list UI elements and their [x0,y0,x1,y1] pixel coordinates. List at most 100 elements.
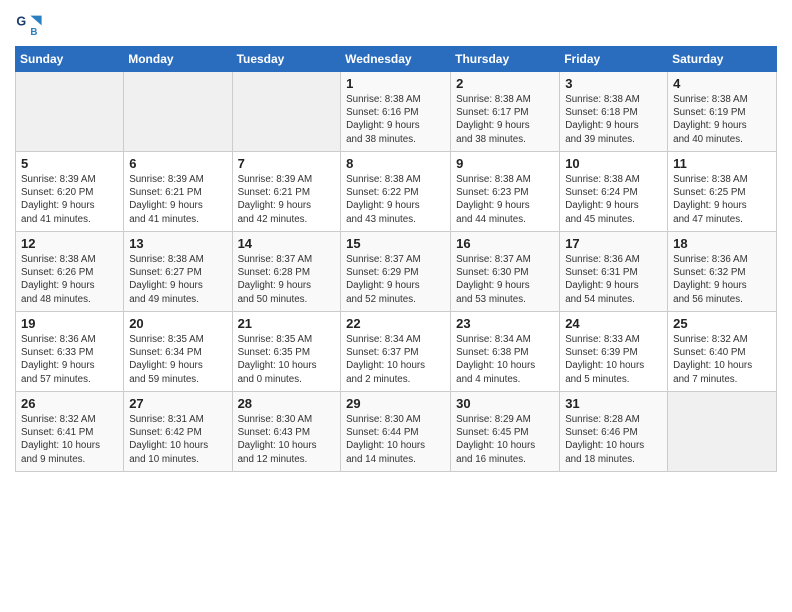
day-cell: 23Sunrise: 8:34 AM Sunset: 6:38 PM Dayli… [451,312,560,392]
week-row-2: 5Sunrise: 8:39 AM Sunset: 6:20 PM Daylig… [16,152,777,232]
day-info: Sunrise: 8:30 AM Sunset: 6:44 PM Dayligh… [346,413,445,466]
day-cell: 14 Sunrise: 8:37 AM Sunset: 6:28 PM Dayli… [232,232,341,312]
week-row-4: 19 Sunrise: 8:36 AM Sunset: 6:33 PM Dayli… [16,312,777,392]
day-cell: 9 Sunrise: 8:38 AM Sunset: 6:23 PM Daylig… [451,152,560,232]
day-cell: 11 Sunrise: 8:38 AM Sunset: 6:25 PM Dayli… [668,152,777,232]
day-number: 3 [565,76,662,91]
dow-header-friday: Friday [560,47,668,72]
day-cell: 22 Sunrise: 8:34 AM Sunset: 6:37 PM Dayli… [341,312,451,392]
day-info: Sunrise: 8:32 AM Sunset: 6:40 PM Dayligh… [673,333,771,386]
day-number: 30 [456,396,554,411]
week-row-1: 1 Sunrise: 8:38 AM Sunset: 6:16 PM Daylig… [16,72,777,152]
day-number: 9 [456,156,554,171]
dow-header-monday: Monday [124,47,232,72]
day-cell: 30 Sunrise: 8:29 AM Sunset: 6:45 PM Dayli… [451,392,560,472]
day-info: Sunrise: 8:37 AM Sunset: 6:29 PM Dayligh… [346,253,445,306]
day-cell: 24 Sunrise: 8:33 AM Sunset: 6:39 PM Dayli… [560,312,668,392]
day-number: 13 [129,236,226,251]
day-number: 28 [238,396,336,411]
day-number: 10 [565,156,662,171]
day-cell [668,392,777,472]
day-cell: 27Sunrise: 8:31 AM Sunset: 6:42 PM Dayli… [124,392,232,472]
day-cell: 15 Sunrise: 8:37 AM Sunset: 6:29 PM Dayli… [341,232,451,312]
day-info: Sunrise: 8:38 AM Sunset: 6:19 PM Dayligh… [673,93,771,146]
calendar-body: 1 Sunrise: 8:38 AM Sunset: 6:16 PM Daylig… [16,72,777,472]
logo: G B [15,10,47,38]
day-cell: 6 Sunrise: 8:39 AM Sunset: 6:21 PM Daylig… [124,152,232,232]
day-number: 7 [238,156,336,171]
svg-text:G: G [16,14,26,28]
day-info: Sunrise: 8:34 AM Sunset: 6:37 PM Dayligh… [346,333,445,386]
day-info: Sunrise: 8:36 AM Sunset: 6:31 PM Dayligh… [565,253,662,306]
day-info: Sunrise: 8:38 AM Sunset: 6:26 PM Dayligh… [21,253,118,306]
day-number: 15 [346,236,445,251]
day-info: Sunrise: 8:38 AM Sunset: 6:16 PM Dayligh… [346,93,445,146]
day-number: 6 [129,156,226,171]
day-cell: 17 Sunrise: 8:36 AM Sunset: 6:31 PM Dayli… [560,232,668,312]
day-info: Sunrise: 8:39 AM Sunset: 6:21 PM Dayligh… [238,173,336,226]
svg-text:B: B [30,27,37,38]
day-cell: 10 Sunrise: 8:38 AM Sunset: 6:24 PM Dayli… [560,152,668,232]
day-cell: 1 Sunrise: 8:38 AM Sunset: 6:16 PM Daylig… [341,72,451,152]
day-info: Sunrise: 8:36 AM Sunset: 6:33 PM Dayligh… [21,333,118,386]
dow-header-wednesday: Wednesday [341,47,451,72]
day-number: 14 [238,236,336,251]
day-number: 27 [129,396,226,411]
day-info: Sunrise: 8:35 AM Sunset: 6:34 PM Dayligh… [129,333,226,386]
day-number: 5 [21,156,118,171]
logo-icon: G B [15,10,43,38]
day-cell: 16Sunrise: 8:37 AM Sunset: 6:30 PM Dayli… [451,232,560,312]
day-cell: 20Sunrise: 8:35 AM Sunset: 6:34 PM Dayli… [124,312,232,392]
day-number: 26 [21,396,118,411]
day-cell: 31 Sunrise: 8:28 AM Sunset: 6:46 PM Dayli… [560,392,668,472]
day-info: Sunrise: 8:38 AM Sunset: 6:24 PM Dayligh… [565,173,662,226]
day-cell: 21 Sunrise: 8:35 AM Sunset: 6:35 PM Dayli… [232,312,341,392]
week-row-5: 26Sunrise: 8:32 AM Sunset: 6:41 PM Dayli… [16,392,777,472]
day-info: Sunrise: 8:37 AM Sunset: 6:28 PM Dayligh… [238,253,336,306]
day-info: Sunrise: 8:33 AM Sunset: 6:39 PM Dayligh… [565,333,662,386]
day-number: 29 [346,396,445,411]
day-of-week-row: SundayMondayTuesdayWednesdayThursdayFrid… [16,47,777,72]
day-number: 17 [565,236,662,251]
day-info: Sunrise: 8:38 AM Sunset: 6:18 PM Dayligh… [565,93,662,146]
day-number: 2 [456,76,554,91]
day-cell: 18Sunrise: 8:36 AM Sunset: 6:32 PM Dayli… [668,232,777,312]
day-number: 11 [673,156,771,171]
day-number: 19 [21,316,118,331]
day-cell: 3 Sunrise: 8:38 AM Sunset: 6:18 PM Daylig… [560,72,668,152]
day-info: Sunrise: 8:38 AM Sunset: 6:22 PM Dayligh… [346,173,445,226]
day-number: 1 [346,76,445,91]
dow-header-sunday: Sunday [16,47,124,72]
day-info: Sunrise: 8:37 AM Sunset: 6:30 PM Dayligh… [456,253,554,306]
day-cell: 4 Sunrise: 8:38 AM Sunset: 6:19 PM Daylig… [668,72,777,152]
day-info: Sunrise: 8:35 AM Sunset: 6:35 PM Dayligh… [238,333,336,386]
day-cell: 29 Sunrise: 8:30 AM Sunset: 6:44 PM Dayli… [341,392,451,472]
day-cell [16,72,124,152]
day-number: 18 [673,236,771,251]
day-cell: 26Sunrise: 8:32 AM Sunset: 6:41 PM Dayli… [16,392,124,472]
dow-header-tuesday: Tuesday [232,47,341,72]
dow-header-saturday: Saturday [668,47,777,72]
day-info: Sunrise: 8:38 AM Sunset: 6:25 PM Dayligh… [673,173,771,226]
day-cell: 28 Sunrise: 8:30 AM Sunset: 6:43 PM Dayli… [232,392,341,472]
day-number: 21 [238,316,336,331]
day-info: Sunrise: 8:30 AM Sunset: 6:43 PM Dayligh… [238,413,336,466]
day-number: 8 [346,156,445,171]
day-cell [124,72,232,152]
day-info: Sunrise: 8:38 AM Sunset: 6:23 PM Dayligh… [456,173,554,226]
calendar-table: SundayMondayTuesdayWednesdayThursdayFrid… [15,46,777,472]
day-cell: 2Sunrise: 8:38 AM Sunset: 6:17 PM Daylig… [451,72,560,152]
day-info: Sunrise: 8:39 AM Sunset: 6:21 PM Dayligh… [129,173,226,226]
day-info: Sunrise: 8:28 AM Sunset: 6:46 PM Dayligh… [565,413,662,466]
day-number: 23 [456,316,554,331]
day-number: 12 [21,236,118,251]
day-number: 22 [346,316,445,331]
day-cell: 7 Sunrise: 8:39 AM Sunset: 6:21 PM Daylig… [232,152,341,232]
day-info: Sunrise: 8:29 AM Sunset: 6:45 PM Dayligh… [456,413,554,466]
day-number: 24 [565,316,662,331]
day-cell: 19 Sunrise: 8:36 AM Sunset: 6:33 PM Dayli… [16,312,124,392]
day-number: 31 [565,396,662,411]
day-number: 4 [673,76,771,91]
day-number: 25 [673,316,771,331]
week-row-3: 12 Sunrise: 8:38 AM Sunset: 6:26 PM Dayli… [16,232,777,312]
